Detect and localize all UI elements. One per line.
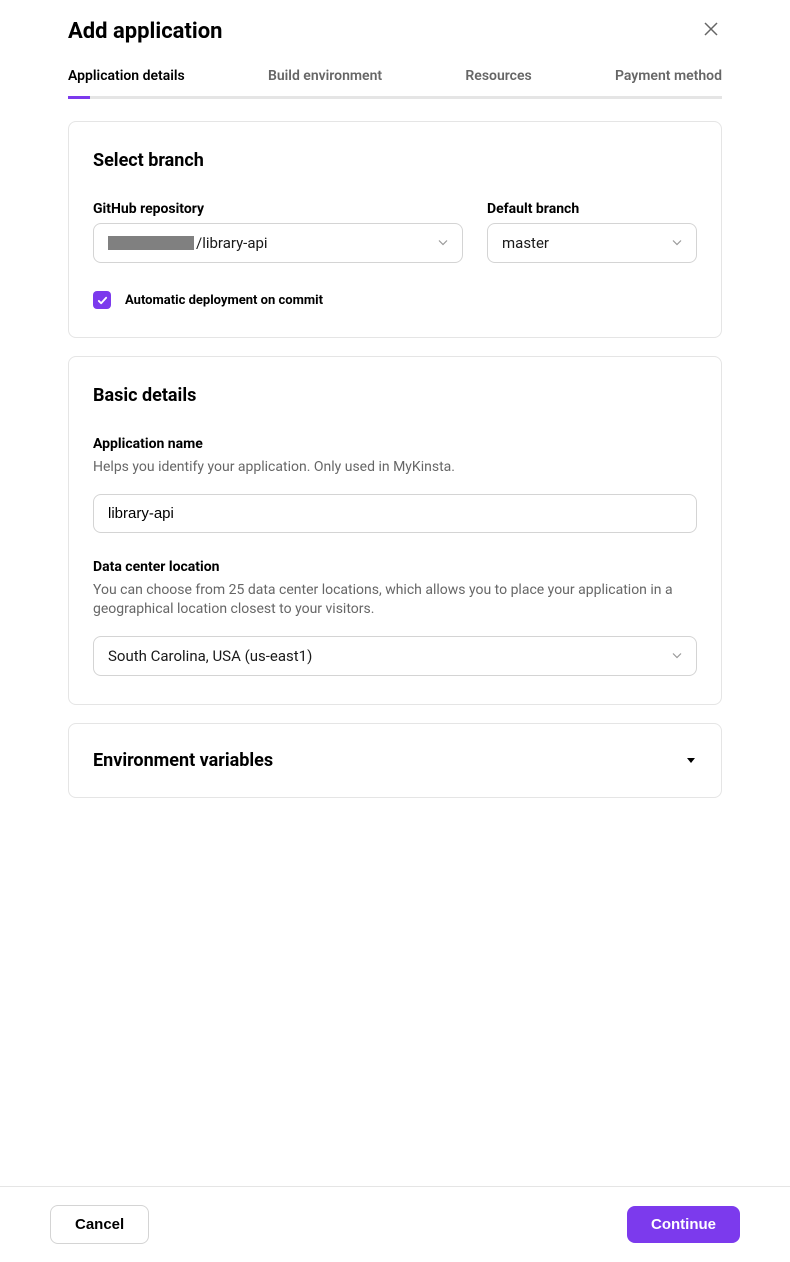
auto-deploy-checkbox[interactable] (93, 291, 111, 309)
datacenter-select[interactable]: South Carolina, USA (us-east1) (93, 636, 697, 676)
footer: Cancel Continue (0, 1186, 790, 1262)
repo-name: /library-api (196, 234, 268, 252)
datacenter-help: You can choose from 25 data center locat… (93, 581, 697, 620)
branch-value: master (502, 234, 549, 252)
datacenter-value: South Carolina, USA (us-east1) (108, 647, 312, 665)
env-vars-title: Environment variables (93, 750, 273, 771)
tab-payment-method[interactable]: Payment method (615, 68, 722, 96)
default-branch-label: Default branch (487, 201, 697, 217)
github-repo-select[interactable]: /library-api (93, 223, 463, 263)
tabs: Application details Build environment Re… (68, 68, 722, 99)
env-vars-card[interactable]: Environment variables (68, 723, 722, 798)
close-icon (704, 22, 718, 36)
cancel-button[interactable]: Cancel (50, 1205, 149, 1244)
tab-build-environment[interactable]: Build environment (268, 68, 382, 96)
app-name-help: Helps you identify your application. Onl… (93, 458, 697, 478)
chevron-down-icon (685, 751, 697, 770)
tab-resources[interactable]: Resources (465, 68, 531, 96)
check-icon (97, 295, 108, 306)
basic-details-title: Basic details (93, 385, 697, 406)
default-branch-select[interactable]: master (487, 223, 697, 263)
tab-application-details[interactable]: Application details (68, 68, 185, 96)
repo-owner-redacted (108, 236, 194, 250)
select-branch-title: Select branch (93, 150, 697, 171)
github-repo-label: GitHub repository (93, 201, 463, 217)
datacenter-label: Data center location (93, 559, 697, 575)
app-name-label: Application name (93, 436, 697, 452)
basic-details-card: Basic details Application name Helps you… (68, 356, 722, 705)
page-title: Add application (68, 19, 222, 44)
close-button[interactable] (700, 18, 722, 44)
select-branch-card: Select branch GitHub repository /library… (68, 121, 722, 338)
continue-button[interactable]: Continue (627, 1206, 740, 1243)
app-name-input[interactable] (93, 494, 697, 533)
auto-deploy-label: Automatic deployment on commit (125, 293, 323, 308)
